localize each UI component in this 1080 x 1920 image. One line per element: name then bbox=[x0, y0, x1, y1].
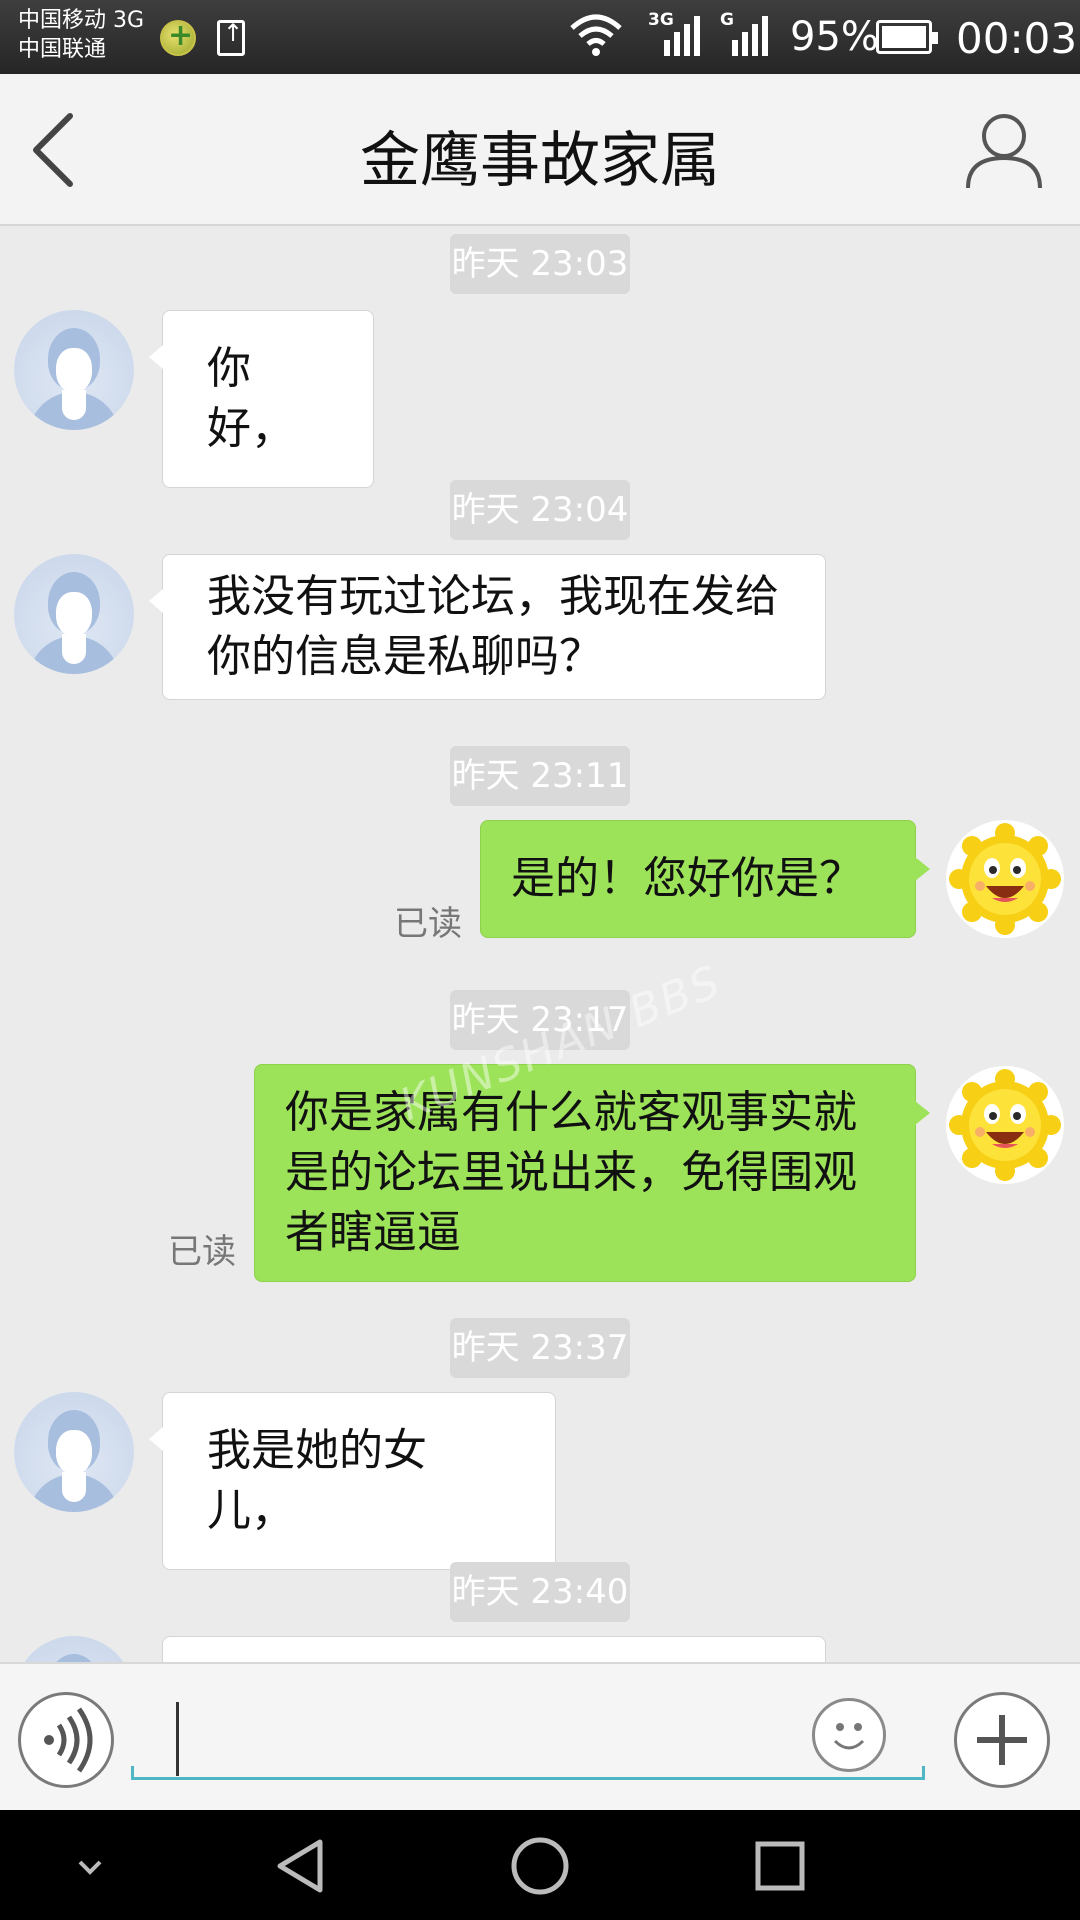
home-circle-icon[interactable] bbox=[508, 1834, 572, 1898]
message-text-line: 你是家属有什么就客观事实就 bbox=[285, 1087, 857, 1138]
message-bubble-incoming[interactable]: 我没有玩过论坛，我现在发给 你的信息是私聊吗？ bbox=[149, 554, 826, 700]
system-nav-bar bbox=[0, 1810, 1080, 1920]
plus-icon bbox=[977, 1715, 1027, 1765]
message-bubble-incoming[interactable] bbox=[162, 1636, 826, 1662]
signal-icon bbox=[732, 16, 768, 56]
contact-avatar[interactable] bbox=[14, 554, 134, 674]
signal-icon bbox=[664, 16, 700, 56]
contact-avatar[interactable] bbox=[14, 1392, 134, 1512]
battery-icon bbox=[876, 20, 938, 54]
message-text-line: 我没有玩过论坛，我现在发给 bbox=[207, 571, 779, 622]
message-bubble-outgoing[interactable]: 你是家属有什么就客观事实就 是的论坛里说出来，免得围观 者瞎逼逼 bbox=[254, 1064, 930, 1282]
text-cursor bbox=[176, 1702, 179, 1776]
carrier-2: 中国联通 bbox=[18, 37, 107, 62]
message-text: 你好， bbox=[207, 343, 295, 454]
carrier-1: 中国移动 3G bbox=[18, 8, 145, 33]
back-triangle-icon[interactable] bbox=[270, 1834, 334, 1898]
battery-percent: 95% bbox=[790, 14, 879, 60]
clock: 00:03 bbox=[956, 14, 1078, 63]
message-text-line: 你的信息是私聊吗？ bbox=[207, 631, 603, 682]
message-text-line: 者瞎逼逼 bbox=[285, 1207, 461, 1258]
app-badge-icon bbox=[160, 18, 196, 56]
message-bubble-incoming[interactable]: 我是她的女儿， bbox=[149, 1392, 556, 1570]
message-bubble-incoming[interactable]: 你好， bbox=[149, 310, 374, 488]
voice-icon bbox=[44, 1707, 93, 1773]
message-input[interactable] bbox=[131, 1694, 925, 1780]
message-bubble-outgoing[interactable]: 是的！您好你是？ bbox=[480, 820, 930, 938]
emoji-icon bbox=[833, 1723, 865, 1750]
profile-icon[interactable] bbox=[962, 108, 1046, 192]
contact-avatar[interactable] bbox=[14, 1636, 134, 1662]
sun-avatar-icon[interactable] bbox=[946, 1066, 1064, 1184]
sun-avatar-icon[interactable] bbox=[946, 820, 1064, 938]
voice-button[interactable] bbox=[18, 1692, 114, 1788]
timestamp: 昨天 23:40 bbox=[450, 1562, 630, 1622]
message-text: 我是她的女儿， bbox=[207, 1425, 427, 1536]
timestamp: 昨天 23:03 bbox=[450, 234, 630, 294]
timestamp: 昨天 23:04 bbox=[450, 480, 630, 540]
read-receipt: 已读 bbox=[394, 904, 462, 944]
message-text: 是的！您好你是？ bbox=[511, 853, 863, 904]
page-title: 金鹰事故家属 bbox=[360, 126, 720, 196]
emoji-button[interactable] bbox=[812, 1698, 886, 1772]
wifi-icon bbox=[570, 14, 622, 56]
contact-avatar[interactable] bbox=[14, 310, 134, 430]
carrier-info: 中国移动 3G 中国联通 bbox=[18, 6, 144, 64]
more-button[interactable] bbox=[954, 1692, 1050, 1788]
timestamp: 昨天 23:11 bbox=[450, 746, 630, 806]
input-bar bbox=[0, 1662, 1080, 1810]
message-list[interactable]: 昨天 23:03 你好， 昨天 23:04 我没有玩过论坛，我现在发给 你的信息… bbox=[0, 228, 1080, 1662]
message-text-line: 是的论坛里说出来，免得围观 bbox=[285, 1147, 857, 1198]
timestamp: 昨天 23:37 bbox=[450, 1318, 630, 1378]
recents-square-icon[interactable] bbox=[748, 1834, 812, 1898]
hide-keyboard-icon[interactable] bbox=[58, 1834, 122, 1898]
read-receipt: 已读 bbox=[168, 1232, 236, 1272]
chat-header: 金鹰事故家属 bbox=[0, 74, 1080, 226]
upload-icon bbox=[217, 19, 245, 56]
status-bar: 中国移动 3G 中国联通 3G G 95% 00:03 bbox=[0, 0, 1080, 74]
